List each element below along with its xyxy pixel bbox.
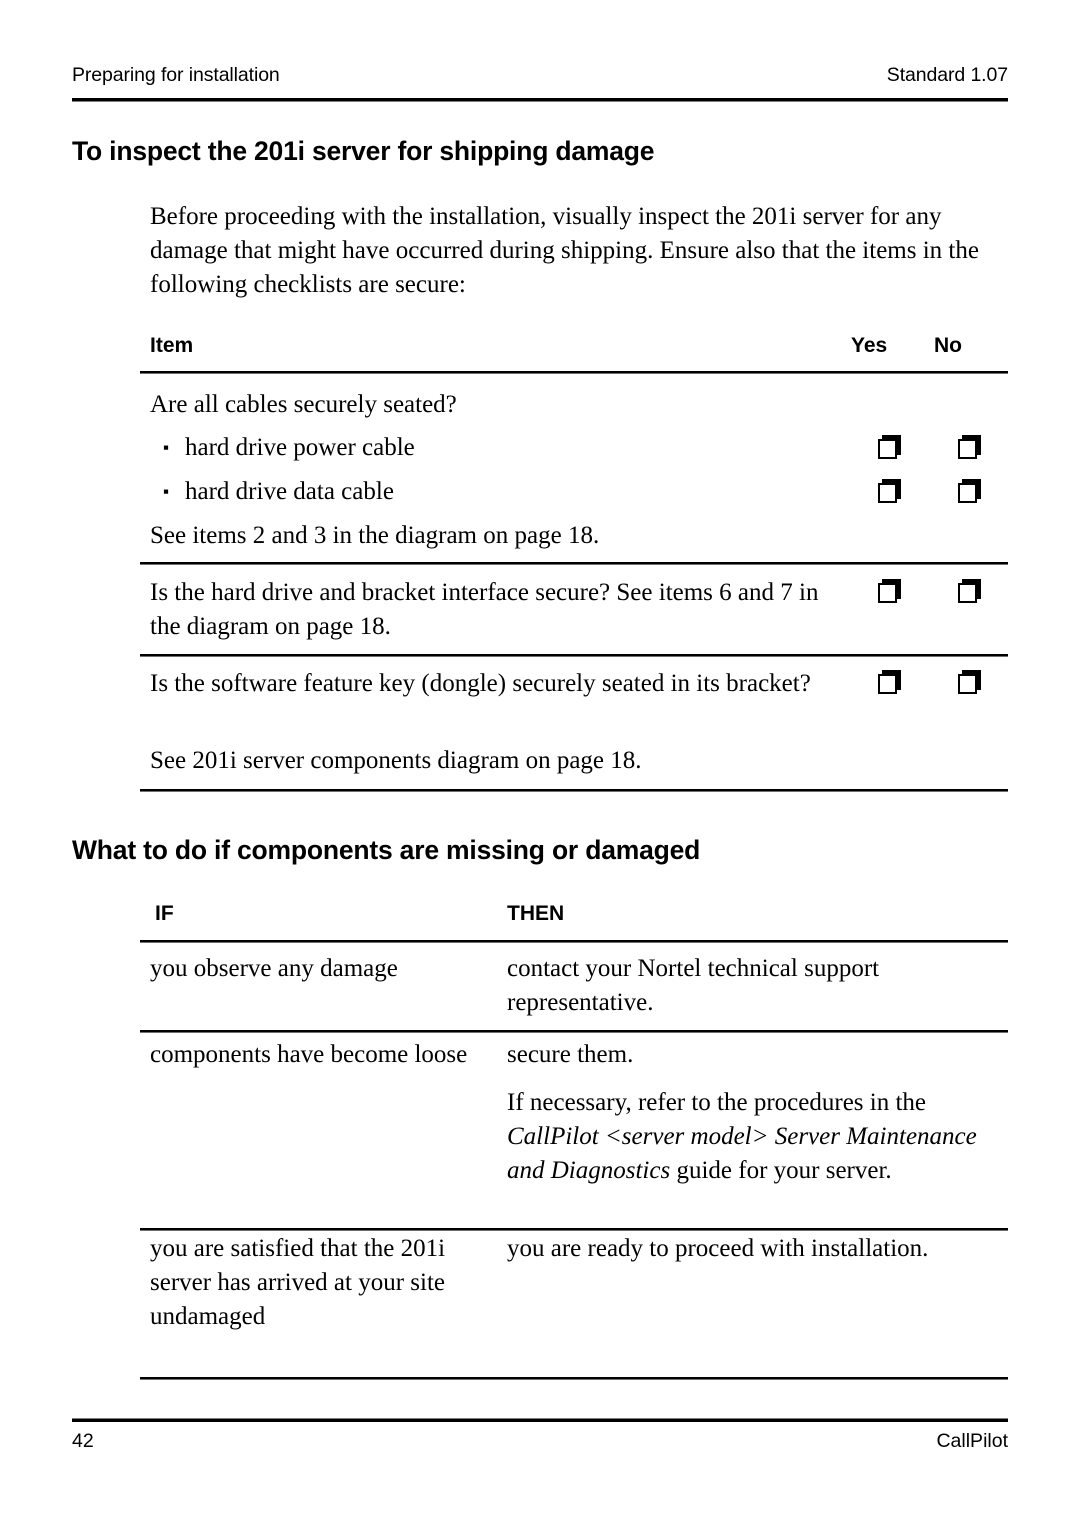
checklist-row1-question: Are all cables securely seated? [150,391,457,418]
section-heading-inspect-server: To inspect the 201i server for shipping … [72,136,655,166]
list-item: ▪ hard drive power cable [163,431,823,465]
ifthen-column-then: THEN [507,902,565,925]
ifthen-row1-if: you observe any damage [150,955,398,982]
checkbox-row1-bullet2-yes[interactable] [878,483,897,503]
intro-paragraph: Before proceeding with the installation,… [150,203,979,298]
ifthen-row3-then: you are ready to proceed with installati… [507,1232,1012,1266]
checklist-row2-divider [140,654,1008,657]
ifthen-row2-then: secure them. If necessary, refer to the … [507,1038,1012,1188]
document-page: Preparing for installation Standard 1.07… [0,0,1080,1529]
ifthen-row3-if: you are satisfied that the 201i server h… [150,1235,446,1330]
checklist-row3-divider [140,789,1008,792]
checkbox-row1-bullet1-yes[interactable] [878,439,897,459]
ifthen-row1-then-para: contact your Nortel technical support re… [507,955,880,1016]
header-divider [72,98,1008,102]
checkbox-row1-bullet2-no[interactable] [958,483,977,503]
ifthen-row3-divider [140,1377,1008,1380]
checklist-column-item: Item [150,334,194,357]
checkbox-row1-bullet1-no[interactable] [958,439,977,459]
ifthen-row2-then-para-1: secure them. [507,1041,634,1068]
checklist-column-yes: Yes [851,334,888,357]
checklist-row2-question: Is the hard drive and bracket interface … [150,579,819,640]
square-bullet-icon: ▪ [163,438,170,457]
footer-product-name: CallPilot [936,1430,1008,1452]
ifthen-row1-divider [140,1030,1008,1033]
running-head-left: Preparing for installation [72,64,280,86]
then-para-tail: guide for your server. [670,1157,892,1184]
checkbox-row3-yes[interactable] [878,674,897,694]
checklist-row1-bullet-2: hard drive data cable [185,478,394,505]
page-number: 42 [72,1430,94,1452]
ifthen-header-divider [140,940,1008,943]
square-bullet-icon: ▪ [163,482,170,501]
footer-divider [72,1418,1008,1422]
ifthen-row1-then: contact your Nortel technical support re… [507,952,1012,1020]
checklist-header-divider [140,371,1008,374]
checkbox-row3-no[interactable] [958,674,977,694]
checklist-row1-note: See items 2 and 3 in the diagram on page… [150,522,600,549]
checklist-row3-note: See 201i server components diagram on pa… [150,747,642,774]
ifthen-row2-then-para-2: If necessary, refer to the procedures in… [507,1086,1012,1188]
checkbox-row2-no[interactable] [958,583,977,603]
list-item: ▪ hard drive data cable [163,475,823,509]
checkbox-row2-yes[interactable] [878,583,897,603]
ifthen-row2-divider [140,1228,1008,1231]
ifthen-row3-then-para: you are ready to proceed with installati… [507,1235,929,1262]
ifthen-column-if: IF [155,902,174,925]
page-footer: 42 CallPilot [72,1430,1008,1453]
checklist-row3-question: Is the software feature key (dongle) sec… [150,670,811,697]
then-para-lead: If necessary, refer to the procedures in… [507,1089,927,1116]
ifthen-row2-if: components have become loose [150,1041,468,1068]
running-head-right: Standard 1.07 [886,64,1008,86]
running-head: Preparing for installation Standard 1.07 [72,64,1008,87]
section-heading-missing-damaged: What to do if components are missing or … [72,835,701,865]
checklist-column-no: No [934,334,962,357]
checklist-row1-divider [140,562,1008,565]
checklist-row1-bullet-1: hard drive power cable [185,434,415,461]
